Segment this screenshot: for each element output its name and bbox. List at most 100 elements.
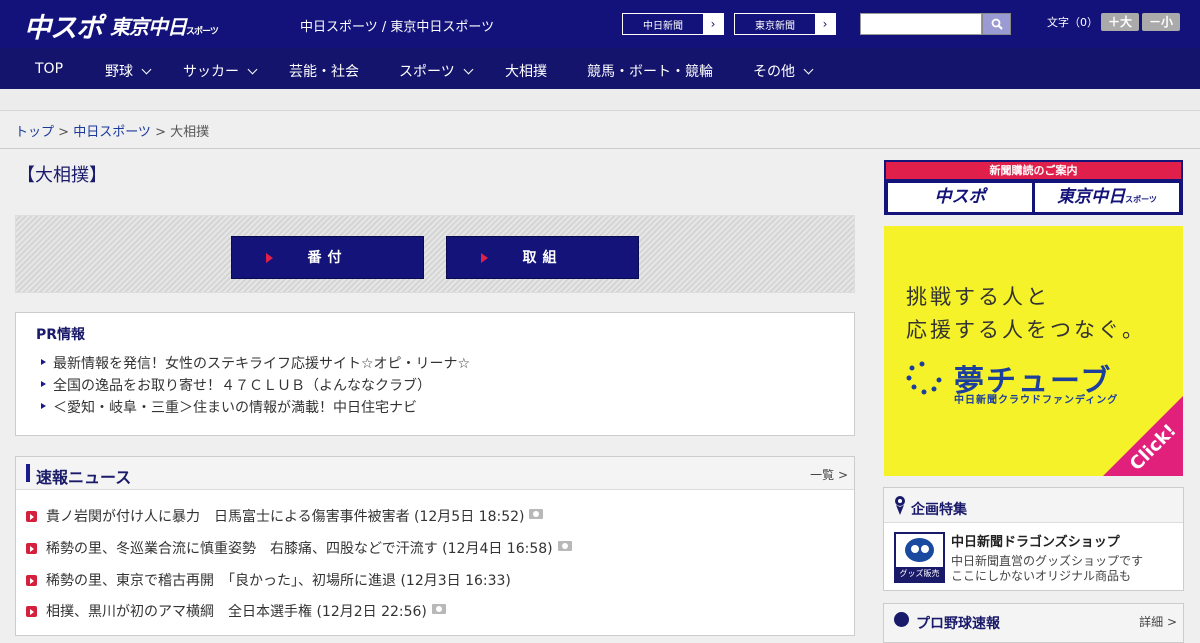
main-nav: TOP 野球 サッカー 芸能・社会 スポーツ 大相撲 競馬・ボート・競輪 その他 <box>0 48 1200 89</box>
nav-item-sumo[interactable]: 大相撲 <box>505 61 547 81</box>
nav-item-label: 大相撲 <box>505 64 547 80</box>
chuspo-logo[interactable]: 中スポ <box>24 6 103 45</box>
baseball-scores-box: プロ野球速報 詳細 > <box>883 603 1184 643</box>
search-button[interactable] <box>982 13 1011 35</box>
mascot-eye <box>921 545 929 553</box>
camera-icon <box>431 604 446 614</box>
news-item[interactable]: 稀勢の里、冬巡業合流に慎重姿勢 右膝痛、四股などで汗流す (12月4日 16:5… <box>46 538 572 558</box>
news-item-text: 相撲、黒川が初のアマ横綱 全日本選手権 (12月2日 22:56) <box>46 604 427 620</box>
feature-heading: 企画特集 <box>911 502 967 518</box>
arrow-right-icon <box>41 359 46 365</box>
sub-bar <box>0 89 1200 111</box>
breadcrumb-home[interactable]: トップ <box>15 125 54 140</box>
camera-icon <box>557 541 572 551</box>
pr-link[interactable]: ＜愛知・岐阜・三重＞住まいの情報が満載！中日住宅ナビ <box>53 397 417 417</box>
search-input[interactable] <box>860 13 982 35</box>
breadcrumb: トップ > 中日スポーツ > 大相撲 <box>15 121 209 140</box>
heading-bar <box>26 464 30 482</box>
breadcrumb-parent[interactable]: 中日スポーツ <box>73 125 151 140</box>
nav-item-label: その他 <box>753 64 795 80</box>
news-header: 速報ニュース 一覧 > <box>16 457 854 490</box>
chunichi-shimbun-link[interactable]: 中日新聞 › <box>622 13 724 35</box>
nav-item-racing[interactable]: 競馬・ボート・競輪 <box>587 61 713 81</box>
breaking-news: 速報ニュース 一覧 > 貴ノ岩関が付け人に暴力 日馬富士による傷害事件被害者 (… <box>15 456 855 636</box>
nav-item-entertainment[interactable]: 芸能・社会 <box>289 61 359 81</box>
tokyo-chunichi-logo[interactable]: 東京中日スポーツ <box>1035 183 1179 212</box>
yume-tube-subtitle: 中日新聞クラウドファンディング <box>954 395 1119 406</box>
baseball-more-link[interactable]: 詳細 > <box>1139 613 1177 630</box>
news-item[interactable]: 貴ノ岩関が付け人に暴力 日馬富士による傷害事件被害者 (12月5日 18:52) <box>46 506 544 526</box>
chevron-right-icon: › <box>703 14 723 34</box>
tokyo-chunichi-logo-sub: スポーツ <box>186 27 219 37</box>
banzuke-button[interactable]: 番付 <box>231 236 424 279</box>
ribbon-icon <box>895 496 905 515</box>
tokyo-chunichi-logo-sub: スポーツ <box>1125 195 1157 204</box>
nav-item-sports[interactable]: スポーツ <box>399 61 474 81</box>
news-item[interactable]: 相撲、黒川が初のアマ横綱 全日本選手権 (12月2日 22:56) <box>46 601 446 621</box>
breadcrumb-sep: > <box>150 125 171 140</box>
bullet-icon <box>26 575 37 586</box>
mascot-eye <box>911 545 919 553</box>
font-size-label: 文字（0） <box>1047 16 1098 29</box>
nav-item-label: サッカー <box>183 64 239 80</box>
chevron-right-icon: › <box>815 14 835 34</box>
pr-heading: PR情報 <box>36 327 86 343</box>
chevron-down-icon <box>141 64 152 75</box>
nav-item-soccer[interactable]: サッカー <box>183 61 258 81</box>
yume-tube-ad[interactable]: 挑戦する人と 応援する人をつなぐ。 夢チューブ 中日新聞クラウドファンディング … <box>884 226 1183 476</box>
nav-item-label: TOP <box>35 61 64 77</box>
tokyo-shimbun-link[interactable]: 東京新聞 › <box>734 13 836 35</box>
play-icon <box>266 253 273 263</box>
chuspo-logo[interactable]: 中スポ <box>888 183 1032 212</box>
sumo-menu: 番付 取組 <box>15 215 855 293</box>
feature-title[interactable]: 中日新聞ドラゴンズショップ <box>951 531 1120 550</box>
pr-link[interactable]: 全国の逸品をお取り寄せ！４７ＣＬＵＢ（よんななクラブ） <box>53 375 431 395</box>
feature-header: 企画特集 <box>884 488 1183 523</box>
tokyo-chunichi-logo[interactable]: 東京中日スポーツ <box>110 11 219 40</box>
breadcrumb-sep: > <box>54 125 74 140</box>
pr-box: PR情報 最新情報を発信！女性のステキライフ応援サイト☆オピ・リーナ☆ 全国の逸… <box>15 312 855 436</box>
site-title: 中日スポーツ / 東京中日スポーツ <box>300 20 495 35</box>
tokyo-chunichi-logo-text: 東京中日 <box>1057 187 1126 207</box>
nav-item-label: スポーツ <box>399 64 455 80</box>
ad-line-1: 挑戦する人と <box>906 285 1050 309</box>
baseball-icon <box>894 612 909 627</box>
torikumi-label: 取組 <box>522 250 563 266</box>
pr-link[interactable]: 最新情報を発信！女性のステキライフ応援サイト☆オピ・リーナ☆ <box>53 353 470 373</box>
feature-desc-2: ここにしかないオリジナル商品も <box>951 569 1132 583</box>
search-icon <box>991 18 1003 30</box>
chevron-down-icon <box>247 64 258 75</box>
baseball-heading: プロ野球速報 <box>916 616 1000 632</box>
news-more-link[interactable]: 一覧 > <box>810 466 848 483</box>
feature-box: 企画特集 グッズ販売中 中日新聞ドラゴンズショップ 中日新聞直営のグッズショップ… <box>883 487 1184 591</box>
chevron-down-icon <box>463 64 474 75</box>
thumb-tag: グッズ販売中 <box>896 567 943 581</box>
ad-line-2: 応援する人をつなぐ。 <box>906 318 1146 342</box>
dragons-shop-thumbnail[interactable]: グッズ販売中 <box>894 532 945 583</box>
divider <box>0 148 1200 149</box>
nav-item-label: 競馬・ボート・競輪 <box>587 64 713 80</box>
chunichi-shimbun-label: 中日新聞 <box>643 21 683 32</box>
subscription-banner[interactable]: 新聞購読のご案内 中スポ 東京中日スポーツ <box>884 160 1183 215</box>
font-smaller-button[interactable]: －小 <box>1142 13 1180 31</box>
news-item[interactable]: 稀勢の里、東京で稽古再開 「良かった」、初場所に進退 (12月3日 16:33) <box>46 570 511 590</box>
nav-item-other[interactable]: その他 <box>753 61 814 81</box>
breadcrumb-current: 大相撲 <box>170 125 210 140</box>
site-header: 中スポ 東京中日スポーツ 中日スポーツ / 東京中日スポーツ 中日新聞 › 東京… <box>0 0 1200 48</box>
nav-item-label: 野球 <box>105 64 133 80</box>
camera-icon <box>529 509 544 519</box>
subscription-banner-text: 新聞購読のご案内 <box>886 162 1181 179</box>
nav-item-top[interactable]: TOP <box>35 61 63 77</box>
news-heading: 速報ニュース <box>36 468 132 487</box>
bullet-icon <box>26 606 37 617</box>
page-title: 【大相撲】 <box>17 165 107 186</box>
nav-item-baseball[interactable]: 野球 <box>105 61 152 81</box>
news-item-text: 貴ノ岩関が付け人に暴力 日馬富士による傷害事件被害者 (12月5日 18:52) <box>46 509 525 525</box>
tokyo-chunichi-logo-text: 東京中日 <box>110 15 187 39</box>
torikumi-button[interactable]: 取組 <box>446 236 639 279</box>
arrow-right-icon <box>41 403 46 409</box>
mascot-icon <box>905 538 934 562</box>
bullet-icon <box>26 511 37 522</box>
font-larger-button[interactable]: ＋大 <box>1101 13 1139 31</box>
arrow-right-icon <box>41 381 46 387</box>
